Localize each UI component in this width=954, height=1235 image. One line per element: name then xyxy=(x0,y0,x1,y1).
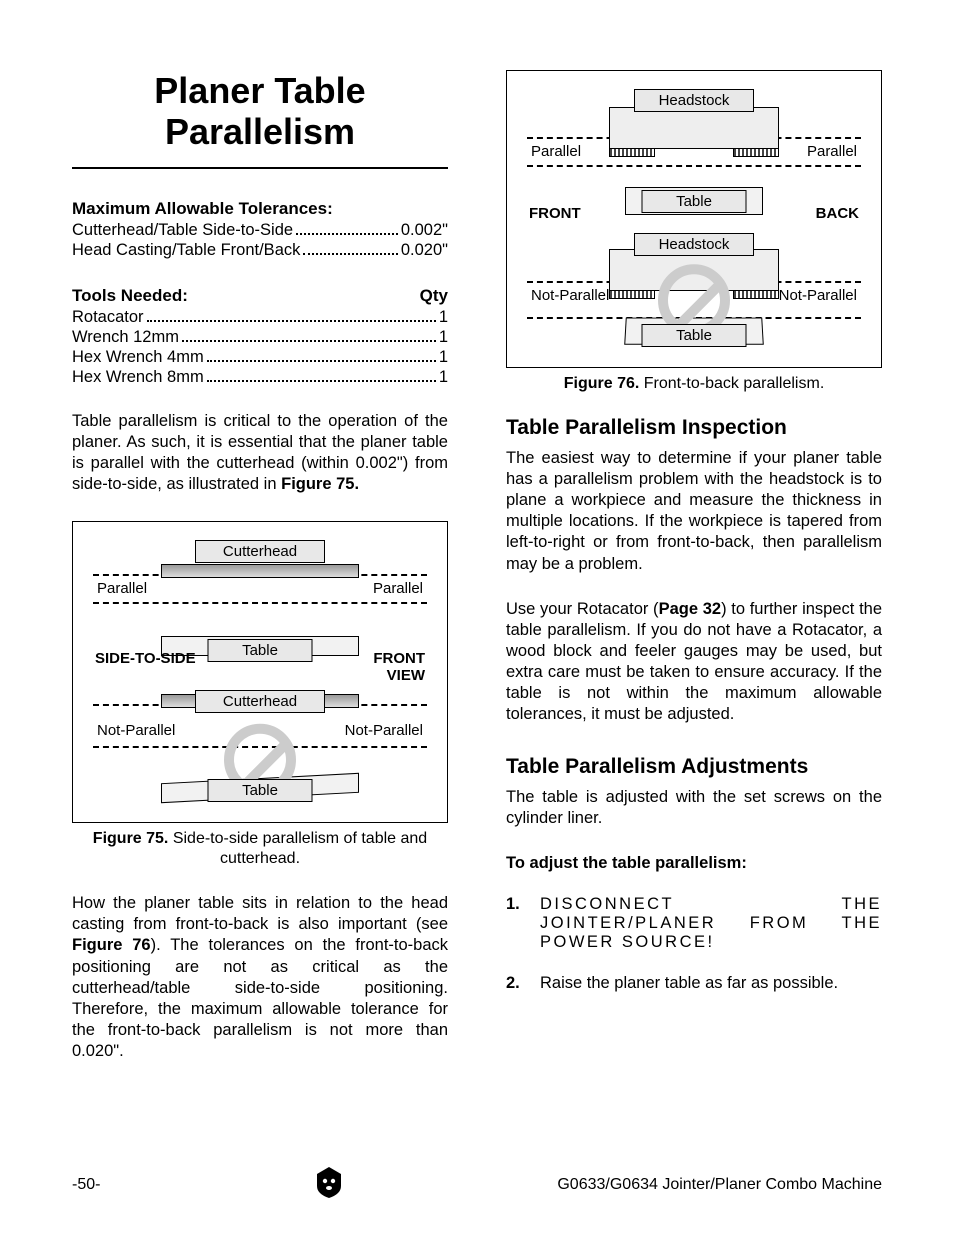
page-ref: Page 32 xyxy=(659,600,722,618)
not-parallel-label: Not-Parallel xyxy=(345,722,423,739)
para-text: Use your Rotacator ( xyxy=(506,600,659,618)
para-text: How the planer table sits in relation to… xyxy=(72,894,448,933)
para-text: ) to further inspect the table paralleli… xyxy=(506,600,882,724)
front-view-label: FRONTVIEW xyxy=(373,650,425,684)
inspection-paragraph: Use your Rotacator (Page 32) to further … xyxy=(506,599,882,726)
figure-76-caption: Figure 76. Front-to-back parallelism. xyxy=(506,374,882,394)
tools-heading-label: Tools Needed: xyxy=(72,286,188,306)
figure-text: Side-to-side parallelism of table and cu… xyxy=(168,830,427,867)
adjustments-paragraph: The table is adjusted with the set screw… xyxy=(506,787,882,829)
parallel-label: Parallel xyxy=(531,143,581,160)
side-to-side-label: SIDE-TO-SIDE xyxy=(95,650,196,667)
tolerances-heading: Maximum Allowable Tolerances: xyxy=(72,199,448,219)
figure-number: Figure 75. xyxy=(93,830,169,847)
body-paragraph: How the planer table sits in relation to… xyxy=(72,893,448,1062)
tool-row: Hex Wrench 8mm 1 xyxy=(72,368,448,387)
tolerance-value: 0.020" xyxy=(401,241,448,260)
figure-75: Cutterhead Parallel Parallel Table SIDE-… xyxy=(72,521,448,823)
figure-75-caption: Figure 75. Side-to-side parallelism of t… xyxy=(72,829,448,869)
tool-qty: 1 xyxy=(439,348,448,367)
page-footer: -50- G0633/G0634 Jointer/Planer Combo Ma… xyxy=(72,1164,882,1205)
adjust-intro: To adjust the table parallelism: xyxy=(506,854,882,873)
figure-number: Figure 76. xyxy=(564,375,640,392)
tools-heading: Tools Needed: Qty xyxy=(72,286,448,306)
step-text: DISCONNECT THE JOINTER/PLANER FROM THE P… xyxy=(540,895,882,952)
figure-76: Headstock Parallel Parallel Table FRONT … xyxy=(506,70,882,368)
tolerance-label: Head Casting/Table Front/Back xyxy=(72,241,300,260)
table-label: Table xyxy=(208,639,313,662)
headstock-label: Headstock xyxy=(634,233,754,256)
step-number: 1. xyxy=(506,895,526,952)
tolerance-row: Cutterhead/Table Side-to-Side 0.002" xyxy=(72,221,448,240)
figure-ref: Figure 75. xyxy=(281,475,359,493)
tool-label: Hex Wrench 4mm xyxy=(72,348,204,367)
back-label: BACK xyxy=(816,205,859,222)
tool-qty: 1 xyxy=(439,308,448,327)
table-label: Table xyxy=(642,324,747,347)
tolerance-label: Cutterhead/Table Side-to-Side xyxy=(72,221,293,240)
para-text: ). The tolerances on the front-to-back p… xyxy=(72,936,448,1060)
tolerance-value: 0.002" xyxy=(401,221,448,240)
adjustments-heading: Table Parallelism Adjustments xyxy=(506,755,882,779)
parallel-label: Parallel xyxy=(97,580,147,597)
figure-text: Front-to-back parallelism. xyxy=(639,375,824,392)
tool-qty: 1 xyxy=(439,328,448,347)
parallel-label: Parallel xyxy=(373,580,423,597)
table-label: Table xyxy=(642,190,747,213)
tool-row: Wrench 12mm 1 xyxy=(72,328,448,347)
tool-row: Rotacator 1 xyxy=(72,308,448,327)
parallel-label: Parallel xyxy=(807,143,857,160)
figure-ref: Figure 76 xyxy=(72,936,151,954)
tool-row: Hex Wrench 4mm 1 xyxy=(72,348,448,367)
title-line-2: Parallelism xyxy=(165,111,355,152)
para-text: Table parallelism is critical to the ope… xyxy=(72,412,448,493)
page-number: -50- xyxy=(72,1176,100,1194)
not-parallel-label: Not-Parallel xyxy=(531,287,609,304)
headstock-label: Headstock xyxy=(634,89,754,112)
tolerance-row: Head Casting/Table Front/Back 0.020" xyxy=(72,241,448,260)
tool-label: Hex Wrench 8mm xyxy=(72,368,204,387)
inspection-paragraph: The easiest way to determine if your pla… xyxy=(506,448,882,575)
brand-logo-icon xyxy=(311,1164,347,1205)
cutterhead-label: Cutterhead xyxy=(195,540,325,563)
step-item: 2. Raise the planer table as far as poss… xyxy=(506,974,882,993)
title-line-1: Planer Table xyxy=(154,70,365,111)
table-label: Table xyxy=(208,779,313,802)
tool-label: Wrench 12mm xyxy=(72,328,179,347)
cutterhead-label: Cutterhead xyxy=(195,690,325,713)
tool-qty: 1 xyxy=(439,368,448,387)
not-parallel-label: Not-Parallel xyxy=(97,722,175,739)
page-title: Planer TableParallelism xyxy=(72,70,448,169)
step-item: 1. DISCONNECT THE JOINTER/PLANER FROM TH… xyxy=(506,895,882,952)
document-name: G0633/G0634 Jointer/Planer Combo Machine xyxy=(557,1176,882,1194)
not-parallel-label: Not-Parallel xyxy=(779,287,857,304)
inspection-heading: Table Parallelism Inspection xyxy=(506,416,882,440)
front-label: FRONT xyxy=(529,205,581,222)
intro-paragraph: Table parallelism is critical to the ope… xyxy=(72,411,448,495)
qty-heading: Qty xyxy=(420,286,448,306)
step-text: Raise the planer table as far as possibl… xyxy=(540,974,882,993)
step-number: 2. xyxy=(506,974,526,993)
tool-label: Rotacator xyxy=(72,308,144,327)
